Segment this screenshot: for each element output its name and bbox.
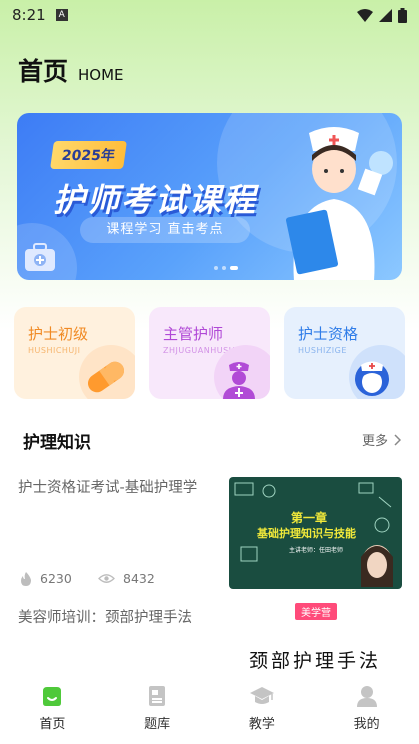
category-title: 护士资格 — [298, 325, 359, 343]
category-title: 护士初级 — [28, 325, 89, 343]
nurse-head-icon — [355, 361, 389, 396]
wifi-icon — [357, 8, 373, 22]
banner-year-badge: 2025年 — [50, 141, 127, 169]
thumbnail-title: 基础护理知识与技能 — [257, 527, 356, 540]
article-title[interactable]: 美容师培训：颈部护理手法 — [18, 607, 214, 629]
thumbnail-chapter: 第一章 — [291, 511, 328, 525]
article-likes: 6230 — [20, 571, 72, 586]
page-subtitle: HOME — [78, 66, 124, 84]
notification-icon: A — [55, 9, 68, 21]
tab-label: 教学 — [248, 717, 275, 732]
banner-pagination — [214, 266, 238, 270]
category-card-nurse-qualification[interactable]: 护士资格 HUSHIZIGE — [284, 307, 405, 399]
graduation-cap-icon — [249, 687, 274, 704]
promo-banner[interactable]: 2025年 护师考试课程 课程学习 直击考点 — [17, 113, 402, 280]
more-label: 更多 — [361, 434, 388, 449]
likes-count: 6230 — [40, 571, 72, 586]
tab-label: 题库 — [144, 717, 171, 732]
views-count: 8432 — [123, 571, 155, 586]
tab-profile[interactable]: 我的 — [314, 677, 419, 744]
tab-question-bank[interactable]: 题库 — [105, 677, 210, 744]
category-subtitle: HUSHIZIGE — [298, 346, 347, 355]
article-thumbnail[interactable]: 美学营 颈部护理手法 — [229, 602, 402, 682]
thumbnail-teacher: 主讲老师：任田老师 — [289, 547, 344, 554]
tab-label: 我的 — [353, 717, 380, 732]
battery-icon — [398, 7, 407, 23]
article-views: 8432 — [98, 571, 155, 586]
status-time: 8:21 — [12, 6, 46, 24]
thumbnail-title: 颈部护理手法 — [249, 650, 382, 672]
page-header: 首页 HOME — [18, 52, 124, 88]
tab-teaching[interactable]: 教学 — [210, 677, 315, 744]
section-title: 护理知识 — [23, 433, 91, 453]
more-link[interactable]: 更多 — [362, 430, 401, 449]
thumbnail-tag: 美学营 — [295, 603, 337, 620]
flame-icon — [21, 571, 31, 586]
capsule-icon — [87, 361, 125, 393]
article-title[interactable]: 护士资格证考试-基础护理学 — [18, 477, 214, 499]
tab-home[interactable]: 首页 — [0, 677, 105, 744]
category-card-nurse-junior[interactable]: 护士初级 HUSHICHUJI — [14, 307, 135, 399]
article-thumbnail[interactable]: 第一章 基础护理知识与技能 主讲老师：任田老师 — [229, 477, 402, 589]
nurse-icon — [223, 362, 255, 399]
banner-subtitle: 课程学习 直击考点 — [80, 217, 250, 243]
category-title: 主管护师 — [163, 325, 224, 343]
eye-icon — [98, 574, 115, 583]
home-icon — [43, 687, 62, 706]
bottom-tab-bar: 首页 题库 教学 我的 — [0, 677, 419, 744]
signal-icon — [379, 8, 392, 22]
banner-title: 护师考试课程 — [53, 181, 258, 219]
category-card-head-nurse[interactable]: 主管护师 ZHJUGUANHUSHI — [149, 307, 270, 399]
medical-kit-icon — [25, 243, 55, 271]
banner-dot[interactable] — [214, 266, 218, 270]
question-bank-icon — [149, 686, 166, 706]
category-subtitle: HUSHICHUJI — [28, 346, 81, 355]
banner-dot[interactable] — [222, 266, 226, 270]
tab-label: 首页 — [39, 717, 66, 732]
page-title: 首页 — [18, 57, 69, 86]
profile-icon — [356, 686, 377, 707]
nurse-illustration — [285, 127, 393, 280]
status-bar: 8:21 A — [0, 0, 419, 30]
chevron-right-icon — [394, 433, 401, 446]
banner-dot-active[interactable] — [230, 266, 238, 270]
